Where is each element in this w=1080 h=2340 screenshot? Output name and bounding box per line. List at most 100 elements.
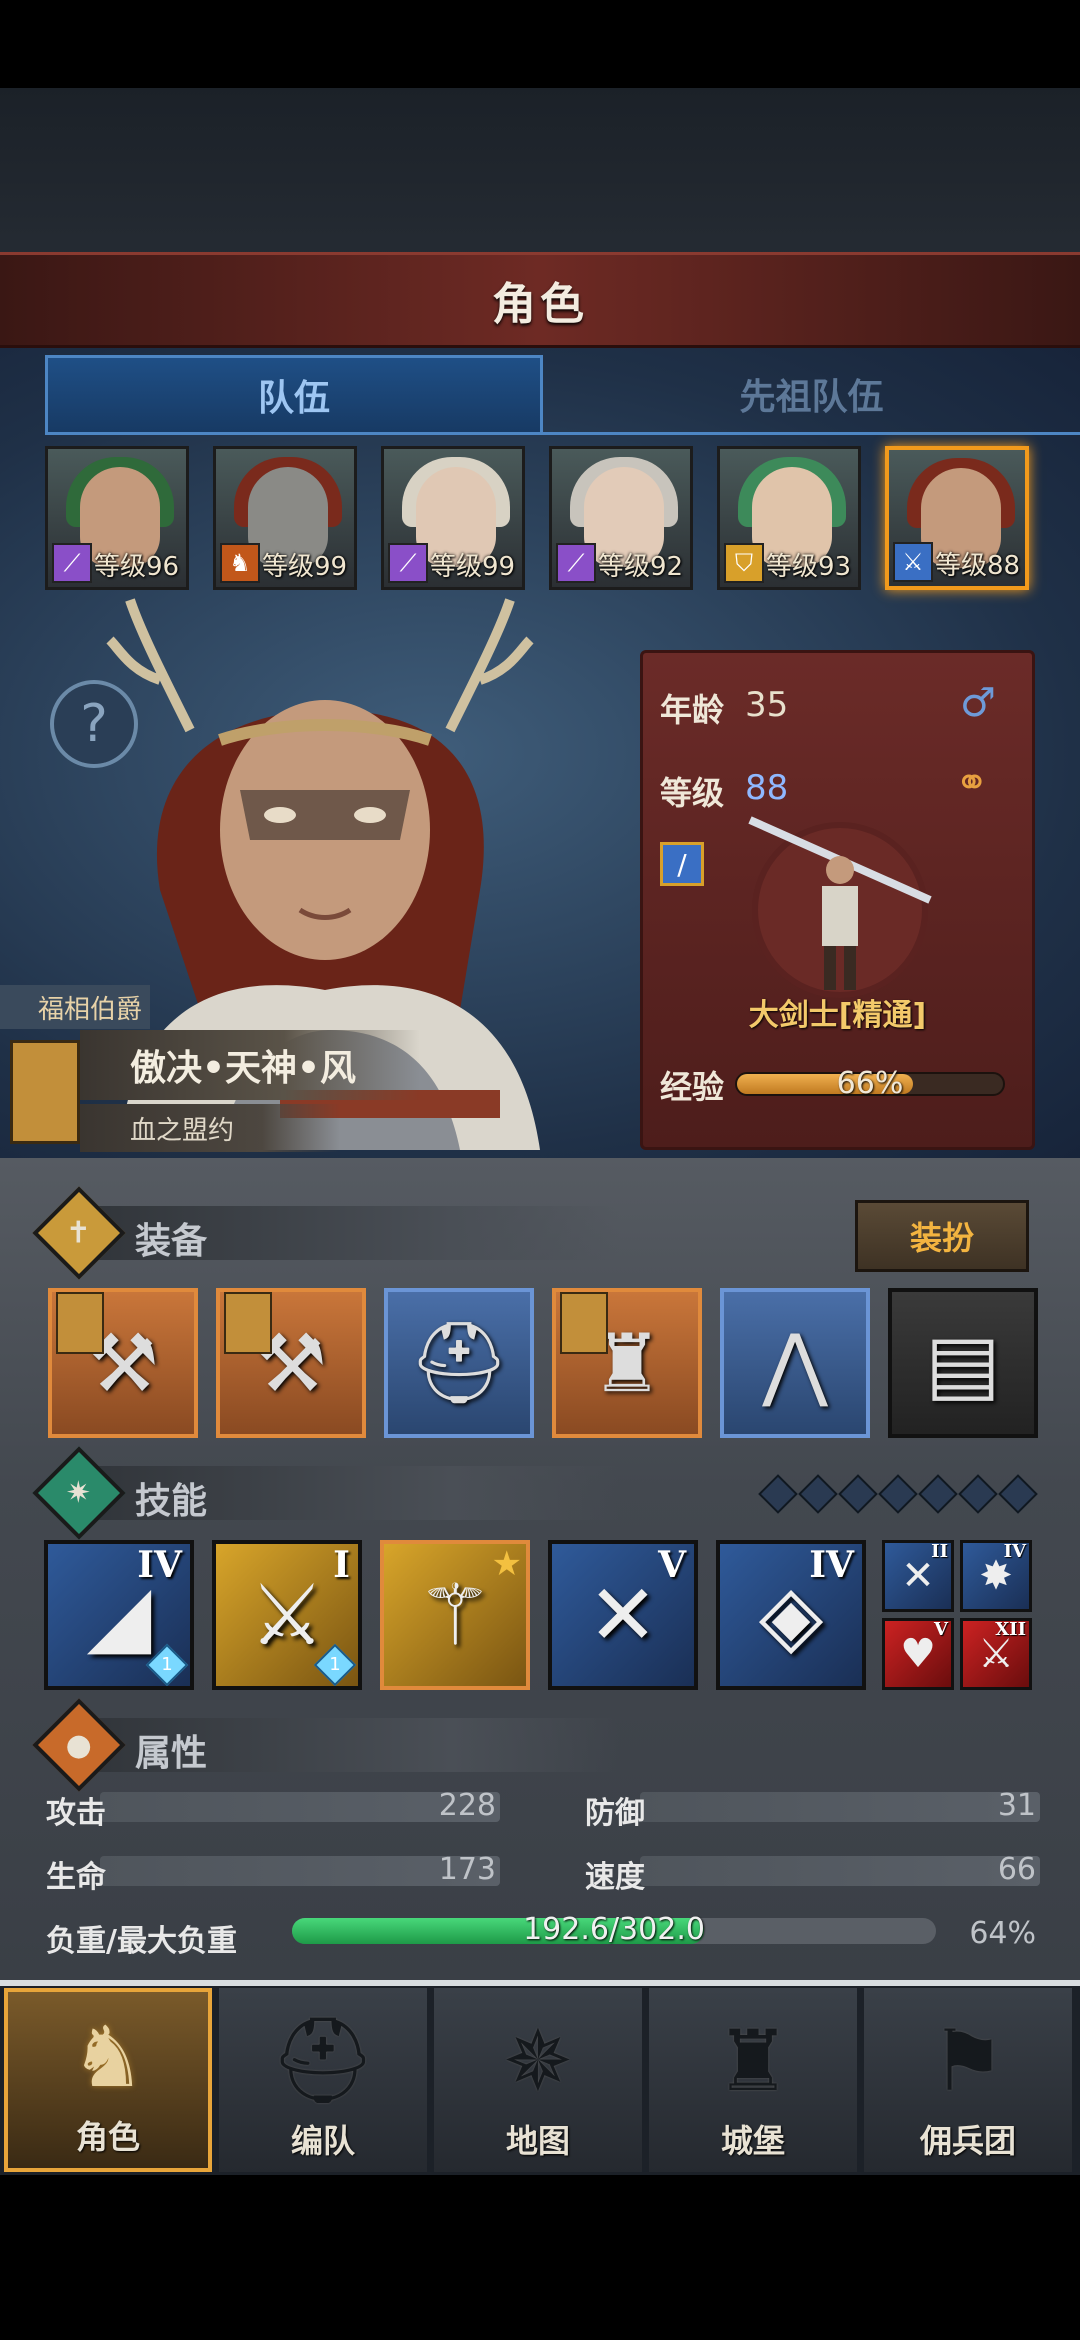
helmet-icon: ⛑ (269, 2011, 377, 2109)
mercenary-icon: ⚑ (930, 2012, 1006, 2110)
defense-value: 31 (997, 1788, 1036, 1823)
noble-title: 福相伯爵 (0, 985, 150, 1029)
passive-skill-slot[interactable]: ⚔ XII (960, 1618, 1032, 1690)
age-value: 35 (745, 685, 789, 725)
equipment-slot[interactable]: ♜ (552, 1288, 702, 1438)
staff-icon: ⟋ (556, 543, 596, 583)
title-bar: 角色 (0, 252, 1080, 348)
male-icon: ♂ (960, 680, 996, 726)
skill-rank: V (658, 1544, 686, 1586)
skill-rank: IV (809, 1544, 854, 1586)
speed-label: 速度 (585, 1860, 645, 1895)
nav-label: 编队 (290, 2122, 355, 2160)
nav-helmet-button[interactable]: ⛑ 编队 (219, 1988, 427, 2172)
book-icon: ▤ (925, 1316, 1001, 1410)
skill-slot[interactable]: ◈ IV (716, 1540, 866, 1690)
portrait-level: 等级88 (935, 551, 1021, 581)
helmet-icon: ⛑ (408, 1316, 510, 1409)
equipment-slot[interactable]: ⚒ (216, 1288, 366, 1438)
portrait-level: 等级99 (430, 552, 516, 582)
pact-flag-icon (56, 1292, 104, 1354)
speed-value: 66 (997, 1852, 1036, 1887)
nav-label: 角色 (75, 2118, 140, 2156)
equipment-slot[interactable]: ⋀ (720, 1288, 870, 1438)
load-value: 192.6/302.0 (523, 1912, 705, 1947)
tab-team[interactable]: 队伍 (45, 355, 543, 435)
staff-icon: ⟋ (52, 543, 92, 583)
skill-rank: IV (137, 1544, 182, 1586)
pact-flag-icon (224, 1292, 272, 1354)
knight-icon: ♞ (70, 2008, 146, 2106)
equipment-slot[interactable]: ⛑ (384, 1288, 534, 1438)
nav-label: 佣兵团 (919, 2122, 1016, 2160)
page-title: 角色 (492, 279, 588, 330)
nav-castle-button[interactable]: ♜ 城堡 (649, 1988, 857, 2172)
party-member-portrait[interactable]: ⚔ 等级88 (885, 446, 1029, 590)
nav-mercenary-button[interactable]: ⚑ 佣兵团 (864, 1988, 1072, 2172)
sword-icon: ⚔ (893, 542, 933, 582)
pact-flag-icon (560, 1292, 608, 1354)
class-figure (748, 816, 932, 998)
load-percent: 64% (969, 1916, 1036, 1951)
equipment-slot[interactable]: ⚒ (48, 1288, 198, 1438)
rings-icon[interactable]: ⚭ (955, 760, 989, 806)
portrait-level: 等级93 (766, 552, 852, 582)
party-member-portrait[interactable]: ♞ 等级99 (213, 446, 357, 590)
load-label: 负重/最大负重 (46, 1924, 237, 1959)
passive-skill-slot[interactable]: ✕ II (882, 1540, 954, 1612)
exp-percent: 66% (836, 1066, 904, 1101)
attack-value: 228 (438, 1788, 496, 1823)
nav-label: 地图 (505, 2122, 570, 2160)
nav-compass-button[interactable]: ✵ 地图 (434, 1988, 642, 2172)
tab-ancestor-team[interactable]: 先祖队伍 (543, 355, 1080, 435)
castle-icon: ♜ (715, 2012, 791, 2110)
hp-value: 173 (438, 1852, 496, 1887)
equipment-slot[interactable]: ▤ (888, 1288, 1038, 1438)
passive-skill-slot[interactable]: ✸ IV (960, 1540, 1032, 1612)
skill-slot[interactable]: ✕ V (548, 1540, 698, 1690)
staff-icon: ⟋ (388, 543, 428, 583)
skill-rank: IV (1003, 1541, 1026, 1562)
status-bar-area (0, 0, 1080, 88)
hp-label: 生命 (46, 1860, 106, 1895)
compass-icon: ✵ (502, 2012, 574, 2110)
gem-count: 1 (161, 1654, 173, 1675)
skill-slot[interactable]: ◢ IV 1 (44, 1540, 194, 1690)
bottom-blank-area (0, 2175, 1080, 2340)
skill-rank: II (931, 1541, 948, 1562)
defense-label: 防御 (585, 1796, 645, 1831)
nav-label: 城堡 (720, 2122, 785, 2160)
party-member-portrait[interactable]: ⛉ 等级93 (717, 446, 861, 590)
portrait-level: 等级99 (262, 552, 348, 582)
skill-rank: V (934, 1619, 948, 1640)
dress-up-button[interactable]: 装扮 (855, 1200, 1029, 1272)
party-member-portrait[interactable]: ⟋ 等级92 (549, 446, 693, 590)
nav-knight-button[interactable]: ♞ 角色 (4, 1988, 212, 2172)
exp-label: 经验 (660, 1068, 725, 1106)
class-name: 大剑士[精通] (748, 998, 927, 1033)
beast-icon: ♞ (220, 543, 260, 583)
attributes-label: 属性 (135, 1733, 208, 1774)
top-background (0, 88, 1080, 258)
skill-rank: XII (995, 1619, 1026, 1640)
party-member-portrait[interactable]: ⟋ 等级96 (45, 446, 189, 590)
passive-skill-slot[interactable]: ♥ V (882, 1618, 954, 1690)
equipment-label: 装备 (135, 1221, 208, 1262)
skill-slot[interactable]: ⚔ I 1 (212, 1540, 362, 1690)
character-name: 傲决•天神•风 (80, 1030, 420, 1100)
star-icon: ★ (491, 1544, 522, 1584)
shield-icon: ⛉ (724, 543, 764, 583)
attack-label: 攻击 (46, 1796, 106, 1831)
portrait-level: 等级92 (598, 552, 684, 582)
pact-banner-icon[interactable] (10, 1040, 80, 1144)
gem-count: 1 (329, 1654, 341, 1675)
level-label: 等级 (660, 774, 725, 812)
pact-name: 血之盟约 (80, 1104, 340, 1152)
skill-rank: I (333, 1544, 350, 1586)
skill-slot[interactable]: ⚚ ★ (380, 1540, 530, 1690)
skills-label: 技能 (135, 1481, 208, 1522)
party-member-portrait[interactable]: ⟋ 等级99 (381, 446, 525, 590)
age-label: 年龄 (660, 691, 725, 729)
sword-class-icon: / (660, 842, 704, 886)
boots-icon: ⋀ (762, 1316, 828, 1410)
